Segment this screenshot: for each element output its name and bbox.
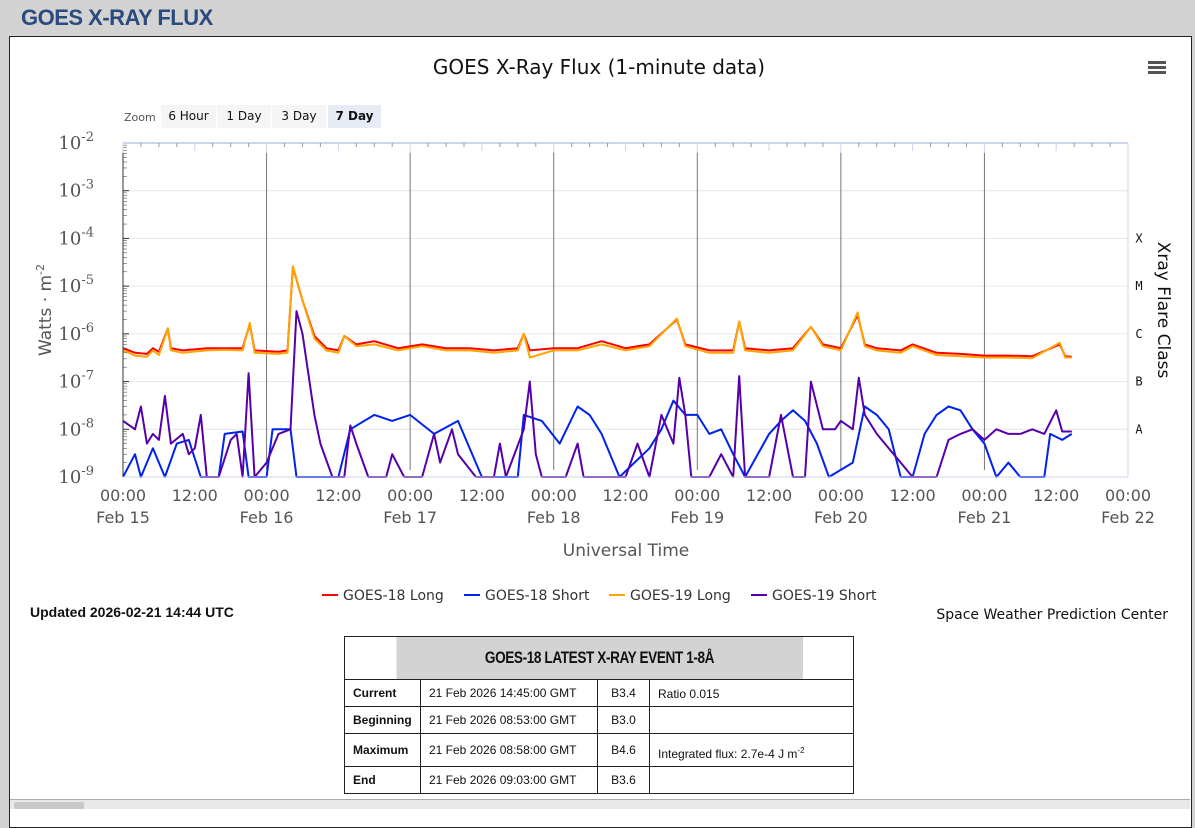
y-tick-label: 10-4 — [58, 225, 94, 249]
y-tick-label: 10-2 — [58, 130, 94, 154]
credit-text: Space Weather Prediction Center — [936, 607, 1168, 623]
row-label: End — [344, 766, 421, 794]
event-note — [649, 766, 854, 794]
flare-class: B4.6 — [597, 733, 650, 767]
table-row: Beginning 21 Feb 2026 08:53:00 GMT B3.0 — [344, 706, 854, 734]
event-time: 21 Feb 2026 09:03:00 GMT — [420, 766, 598, 794]
y-tick-label: 10-9 — [58, 464, 94, 488]
event-table-title: GOES-18 LATEST X-RAY EVENT 1-8Å — [394, 636, 803, 680]
hamburger-menu-icon[interactable] — [1148, 61, 1166, 75]
y-tick-label: 10-6 — [58, 321, 94, 345]
flare-class: B3.4 — [597, 679, 650, 707]
x-tick-date: Feb 16 — [240, 508, 294, 527]
legend-item[interactable]: GOES-19 Short — [772, 588, 877, 604]
x-tick-date: Feb 15 — [96, 508, 150, 527]
zoom-button-7-day[interactable]: 7 Day — [328, 105, 381, 128]
flare-class-label: B — [1135, 375, 1142, 389]
event-table: GOES-18 LATEST X-RAY EVENT 1-8Å Current 2… — [344, 636, 854, 794]
row-label: Current — [344, 679, 421, 707]
x-tick-label: 12:00 — [315, 486, 361, 505]
x-tick-label: 12:00 — [602, 486, 648, 505]
event-time: 21 Feb 2026 08:58:00 GMT — [420, 733, 598, 767]
legend-item[interactable]: GOES-18 Short — [485, 588, 590, 604]
flare-class-label: X — [1135, 231, 1143, 245]
x-tick-label: 00:00 — [244, 486, 290, 505]
series-line-goes-19-short — [122, 310, 1072, 478]
legend: GOES-18 Long GOES-18 Short GOES-19 Long GOE… — [322, 588, 877, 604]
zoom-button-1-day[interactable]: 1 Day — [217, 105, 271, 128]
y-tick-label: 10-7 — [58, 369, 94, 393]
event-time: 21 Feb 2026 14:45:00 GMT — [420, 679, 598, 707]
series-line-goes-19-long — [122, 265, 1072, 360]
zoom-label: Zoom — [124, 111, 156, 124]
chart-title: GOES X-Ray Flux (1-minute data) — [433, 55, 765, 79]
table-row: Current 21 Feb 2026 14:45:00 GMT B3.4 Ratio… — [344, 679, 854, 707]
x-tick-label: 12:00 — [459, 486, 505, 505]
x-tick-date: Feb 22 — [1101, 508, 1155, 527]
zoom-button-6-hour[interactable]: 6 Hour — [161, 105, 216, 128]
flare-class-label: M — [1135, 279, 1142, 293]
x-tick-label: 12:00 — [746, 486, 792, 505]
row-label: Beginning — [344, 706, 421, 734]
x-tick-label: 00:00 — [818, 486, 864, 505]
table-row: End 21 Feb 2026 09:03:00 GMT B3.6 — [344, 766, 854, 794]
event-note — [649, 706, 854, 734]
flare-class: B3.0 — [597, 706, 650, 734]
x-tick-label: 00:00 — [1105, 486, 1151, 505]
event-note: Ratio 0.015 — [649, 679, 854, 707]
x-tick-date: Feb 19 — [670, 508, 724, 527]
x-tick-label: 00:00 — [100, 486, 146, 505]
flare-class: B3.6 — [597, 766, 650, 794]
x-tick-label: 12:00 — [172, 486, 218, 505]
y-tick-label: 10-8 — [58, 416, 94, 440]
flare-class-label: A — [1135, 422, 1143, 436]
row-label: Maximum — [344, 733, 421, 767]
table-row: Maximum 21 Feb 2026 08:58:00 GMT B4.6 Integ… — [344, 733, 854, 767]
y-tick-label: 10-5 — [58, 273, 94, 297]
legend-item[interactable]: GOES-18 Long — [343, 588, 444, 604]
x-tick-label: 12:00 — [890, 486, 936, 505]
x-tick-label: 00:00 — [674, 486, 720, 505]
series-line-goes-18-long — [122, 266, 1072, 358]
x-tick-date: Feb 17 — [383, 508, 437, 527]
y-tick-label: 10-3 — [58, 178, 94, 202]
right-axis-title: Xray Flare Class — [1153, 242, 1173, 379]
event-time: 21 Feb 2026 08:53:00 GMT — [420, 706, 598, 734]
zoom-button-3-day[interactable]: 3 Day — [272, 105, 326, 128]
y-axis-title: Watts · m-2 — [34, 264, 56, 356]
event-note: Integrated flux: 2.7e-4 J m-2 — [649, 733, 854, 767]
x-tick-label: 12:00 — [1033, 486, 1079, 505]
x-tick-date: Feb 18 — [527, 508, 581, 527]
x-tick-label: 00:00 — [531, 486, 577, 505]
legend-item[interactable]: GOES-19 Long — [630, 588, 731, 604]
x-tick-date: Feb 20 — [814, 508, 868, 527]
x-tick-date: Feb 21 — [958, 508, 1012, 527]
x-tick-label: 00:00 — [961, 486, 1007, 505]
x-tick-label: 00:00 — [387, 486, 433, 505]
flare-class-label: C — [1135, 327, 1142, 341]
updated-timestamp: Updated 2026-02-21 14:44 UTC — [30, 604, 234, 620]
x-axis-title: Universal Time — [563, 541, 689, 561]
